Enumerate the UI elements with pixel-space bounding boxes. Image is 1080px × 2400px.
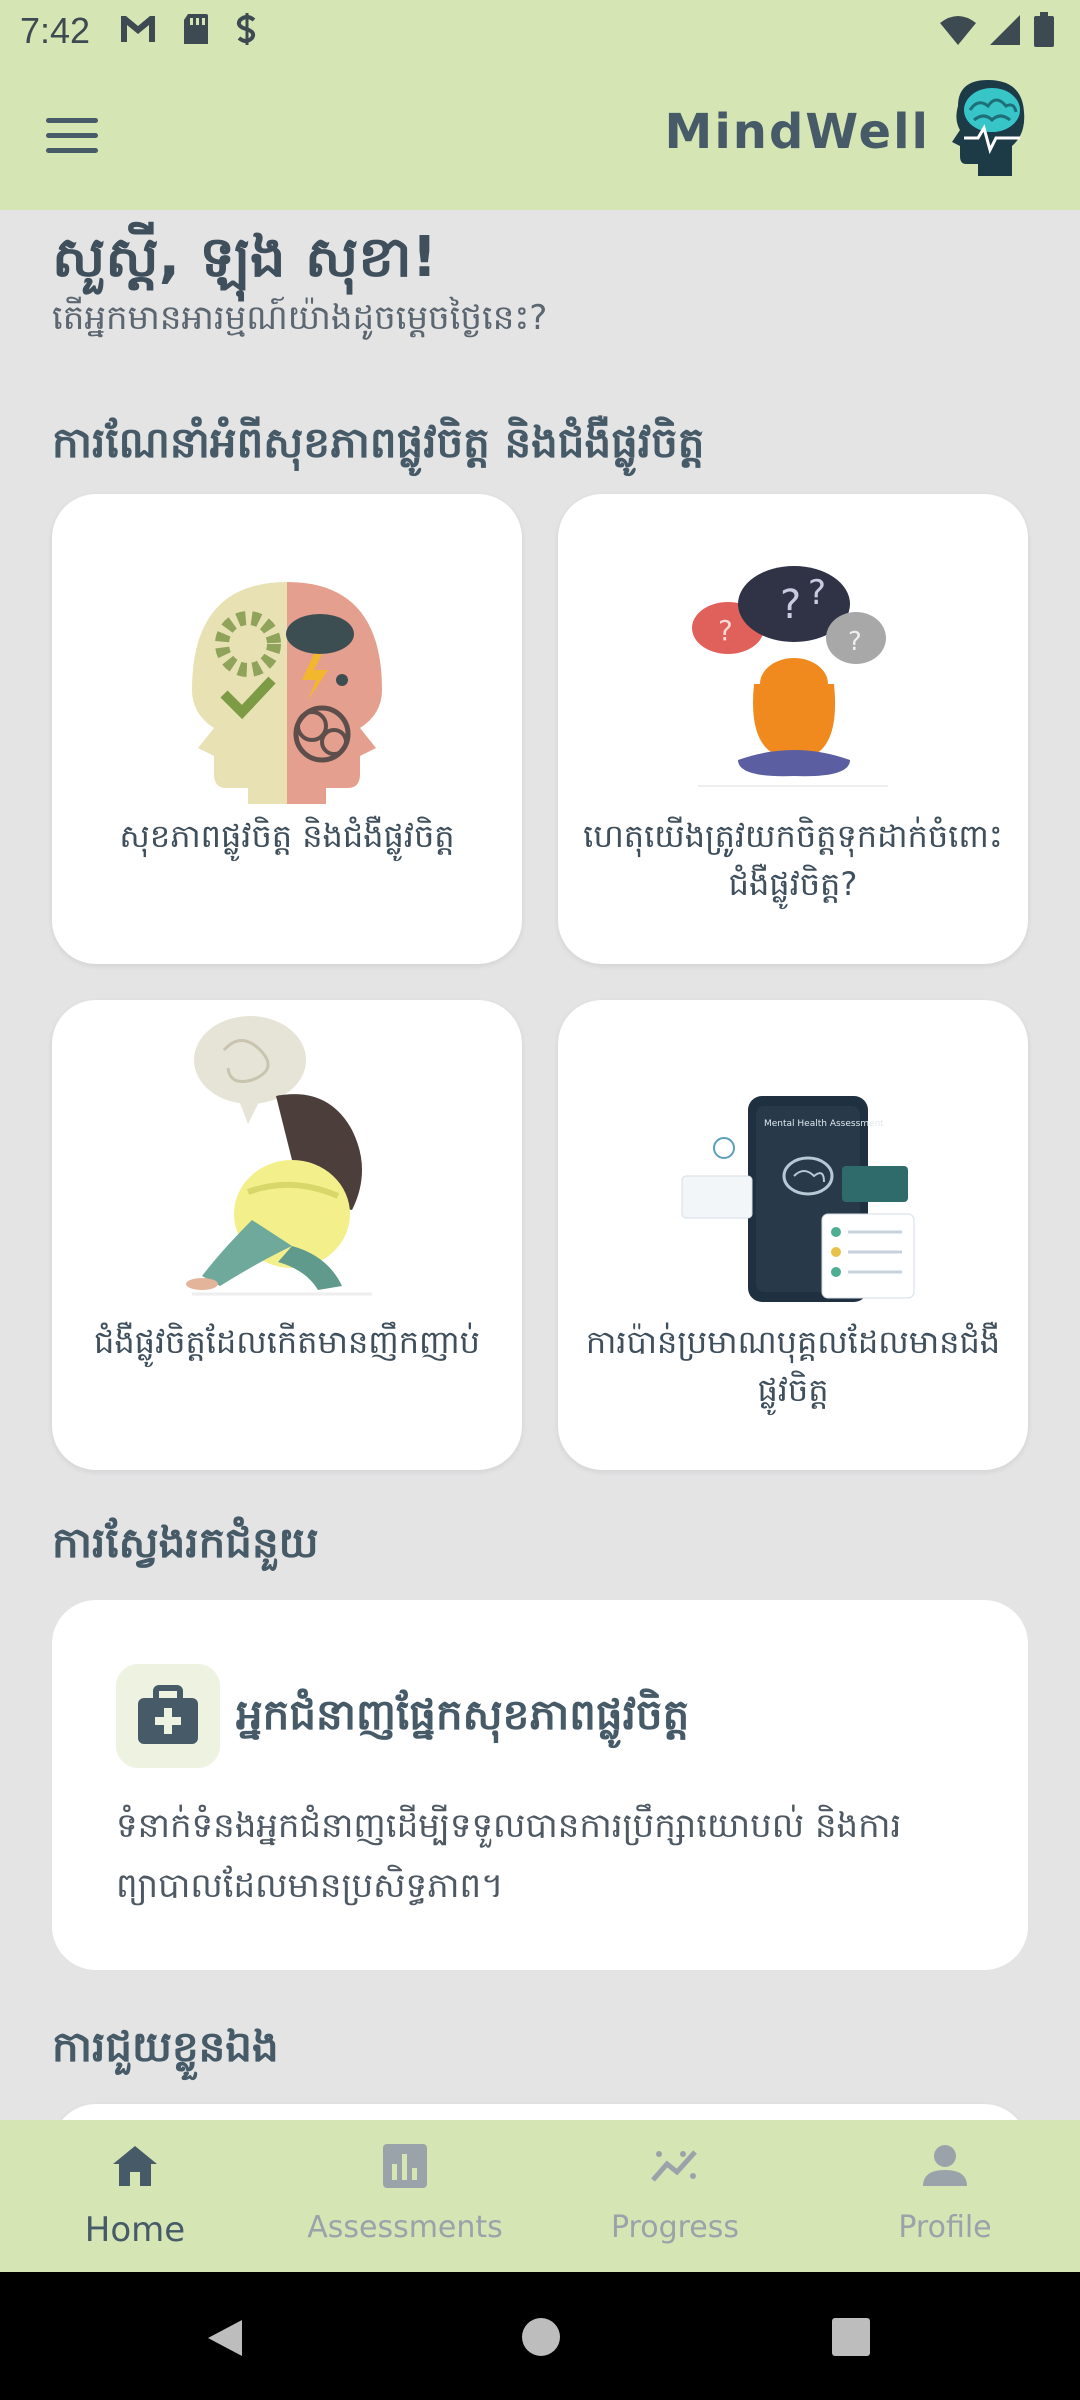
menu-icon [46,118,98,123]
home-circle-icon[interactable] [520,2316,562,2358]
app-title: MindWell [664,104,930,160]
wifi-icon [940,16,976,45]
help-card-title: អ្នកជំនាញផ្នែកសុខភាពផ្លូវចិត្ត [236,1690,690,1739]
sd-card-icon [184,14,208,44]
nav-home[interactable]: Home [0,2120,270,2272]
back-icon[interactable] [202,2316,246,2360]
nav-profile[interactable]: Profile [810,2120,1080,2272]
phone-assessment-illustration: Mental Health Assessment [681,1096,915,1302]
svg-text:?: ? [808,573,826,613]
card-why-care-mental-illness[interactable]: ? ? ? ? ហេតុយើងត្រូវយកចិត្តទុកដាក់ចំពោះជ… [558,494,1028,964]
gmail-icon [121,16,155,42]
sad-girl-illustration [186,1016,372,1296]
card-label: ការប៉ាន់ប្រមាណបុគ្គលដែលមានជំងឺផ្លូវចិត្ត [585,1323,1001,1409]
section-title-guide: ការណែនាំអំពីសុខភាពផ្លូវចិត្ត និងជំងឺផ្លូ… [52,418,705,467]
card-mental-health-and-illness[interactable]: សុខភាពផ្លូវចិត្ត និងជំងឺផ្លូវចិត្ត [52,494,522,964]
confused-person-illustration: ? ? ? ? [692,566,888,787]
menu-button[interactable] [46,118,98,158]
recents-icon[interactable] [830,2316,872,2358]
nav-assessments-label: Assessments [307,2210,503,2245]
greeting-subtitle: តើអ្នកមានអារម្មណ៍យ៉ាងដូចម្តេចថ្ងៃនេះ? [52,298,548,338]
svg-text:?: ? [718,614,733,647]
progress-chart-icon [651,2150,697,2182]
svg-text:?: ? [780,582,801,628]
card-mental-illness-estimate[interactable]: Mental Health Assessment ការប៉ាន់ប្រមាណប… [558,1000,1028,1470]
card-self-help[interactable] [52,2104,1028,2120]
status-bar: 7:42 [0,0,1080,66]
section-title-self-help: ការជួយខ្លួនឯង [52,2022,279,2071]
svg-text:Mental Health Assessment: Mental Health Assessment [764,1119,884,1129]
card-label: ជំងឺផ្លូវចិត្តដែលកើតមានញឹកញាប់ [94,1323,480,1361]
nav-profile-label: Profile [898,2210,992,2245]
signal-icon [990,15,1020,45]
greeting-title: សួស្តី, ឡុង សុខា! [52,225,438,290]
card-label: ហេតុយើងត្រូវយកចិត្តទុកដាក់ចំពោះជំងឺផ្លូវ… [583,817,1003,903]
card-label: សុខភាពផ្លូវចិត្ត និងជំងឺផ្លូវចិត្ត [119,817,455,855]
card-mental-health-professional[interactable]: អ្នកជំនាញផ្នែកសុខភាពផ្លូវចិត្ត ទំនាក់ទំន… [52,1600,1028,1970]
nav-home-label: Home [84,2210,186,2250]
nav-progress[interactable]: Progress [540,2120,810,2272]
card-common-mental-illnesses[interactable]: ជំងឺផ្លូវចិត្តដែលកើតមានញឹកញាប់ [52,1000,522,1470]
section-title-help: ការស្វែងរកជំនួយ [52,1518,319,1567]
nav-assessments[interactable]: Assessments [270,2120,540,2272]
brain-head-logo-icon [952,80,1025,176]
person-icon [923,2145,967,2186]
nav-progress-label: Progress [610,2210,740,2245]
battery-icon [1034,12,1054,47]
home-content[interactable]: សួស្តី, ឡុង សុខា! តើអ្នកមានអារម្មណ៍យ៉ាងដ… [0,210,1080,2120]
bottom-nav: Home Assessments Progress Profile [0,2120,1080,2272]
medical-kit-icon-box [116,1664,220,1768]
bar-chart-icon [383,2144,427,2188]
help-card-description: ទំនាក់ទំនងអ្នកជំនាញដើម្បីទទួលបានការប្រឹក… [116,1806,902,1906]
system-nav-bar [0,2272,1080,2400]
home-icon [113,2146,157,2186]
app-bar: MindWell [0,66,1080,210]
two-faces-illustration [192,582,382,804]
medical-kit-icon [138,1685,198,1744]
sync-app-icon [236,13,256,45]
status-time: 7:42 [20,10,91,51]
svg-text:?: ? [848,627,862,657]
